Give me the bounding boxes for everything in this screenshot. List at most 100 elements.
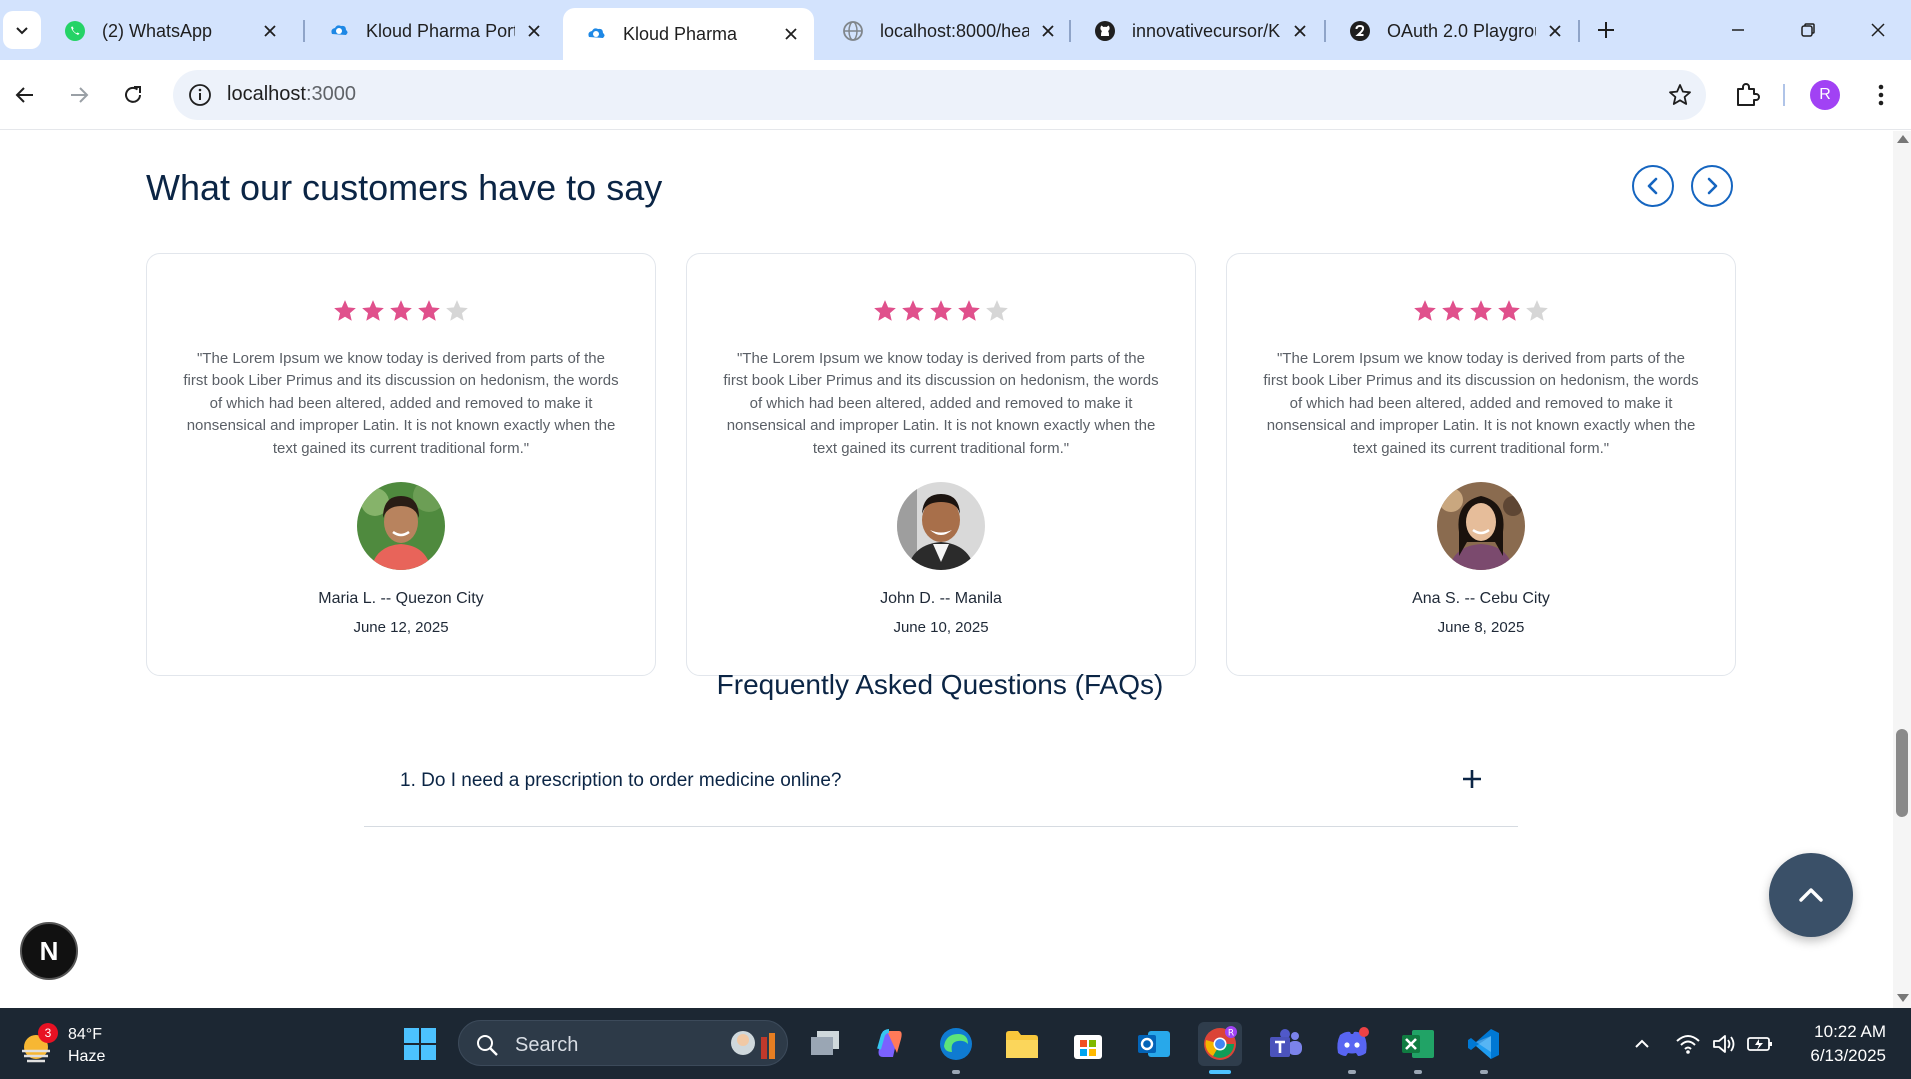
review-date: June 8, 2025 [1437, 619, 1525, 636]
close-window-button[interactable] [1860, 12, 1896, 48]
taskbar-copilot[interactable] [868, 1022, 912, 1066]
address-bar[interactable]: localhost:3000 [173, 70, 1706, 120]
weather-condition: Haze [68, 1048, 106, 1065]
close-tab-icon[interactable] [259, 20, 281, 42]
tab-separator [1324, 20, 1326, 42]
tab-search-button[interactable] [3, 11, 41, 49]
tab-github[interactable]: innovativecursor/Kloud [1072, 10, 1323, 52]
scroll-up-arrow-icon[interactable] [1897, 135, 1909, 143]
carousel-prev-button[interactable] [1632, 165, 1674, 207]
customer-name: John D. -- Manila [880, 590, 1002, 607]
url-text[interactable]: localhost:3000 [227, 83, 356, 106]
faq-item[interactable]: 1. Do I need a prescription to order med… [364, 745, 1518, 827]
scroll-down-arrow-icon[interactable] [1897, 994, 1909, 1002]
tab-title: OAuth 2.0 Playground [1387, 20, 1536, 41]
running-indicator [952, 1070, 960, 1074]
taskbar-search-box[interactable]: Search [458, 1020, 788, 1066]
close-tab-icon[interactable] [523, 20, 545, 42]
scroll-to-top-button[interactable] [1769, 853, 1853, 937]
taskbar-clock[interactable]: 10:22 AM 6/13/2025 [1790, 1020, 1886, 1068]
reload-button[interactable] [114, 76, 152, 114]
close-tab-icon[interactable] [1037, 20, 1059, 42]
taskbar-vscode[interactable] [1462, 1022, 1506, 1074]
customer-avatar [1437, 482, 1525, 570]
customer-avatar [357, 482, 445, 570]
tab-kloud-pharma-portal[interactable]: Kloud Pharma Portal [306, 10, 557, 52]
tray-battery[interactable] [1746, 1030, 1774, 1058]
taskbar-file-explorer[interactable] [1000, 1022, 1044, 1066]
star-filled-icon [418, 300, 440, 321]
close-tab-icon[interactable] [1544, 20, 1566, 42]
minimize-icon [1732, 29, 1744, 31]
tab-kloud-pharma[interactable]: Kloud Pharma [563, 8, 814, 60]
weather-haze-icon: 3 [18, 1023, 58, 1065]
task-view-icon [811, 1031, 839, 1055]
excel-icon [1402, 1030, 1434, 1058]
search-highlight-art-icon [731, 1031, 775, 1059]
new-tab-button[interactable] [1590, 14, 1622, 46]
restore-button[interactable] [1790, 12, 1826, 48]
site-info-icon[interactable] [187, 82, 213, 108]
taskbar-task-view[interactable] [804, 1022, 848, 1066]
oauth-icon [1349, 20, 1371, 42]
windows-start-icon[interactable] [402, 1026, 438, 1062]
forward-button[interactable] [60, 76, 98, 114]
star-rating [147, 298, 655, 324]
tray-volume[interactable] [1710, 1030, 1738, 1058]
running-indicator [1414, 1070, 1422, 1074]
tray-overflow-button[interactable] [1628, 1030, 1656, 1058]
star-filled-icon [1442, 300, 1464, 321]
tray-wifi[interactable] [1674, 1030, 1702, 1058]
extensions-puzzle-icon[interactable] [1729, 77, 1765, 113]
weather-temp: 84°F [68, 1026, 102, 1043]
taskbar-edge[interactable] [934, 1022, 978, 1074]
star-filled-icon [902, 300, 924, 321]
profile-avatar-button[interactable]: R [1810, 80, 1840, 110]
kloud-pharma-icon [328, 20, 350, 42]
scroll-thumb[interactable] [1896, 729, 1908, 817]
tab-title: Kloud Pharma [623, 23, 738, 44]
taskbar-discord[interactable] [1330, 1022, 1374, 1074]
star-rating [1227, 298, 1735, 324]
close-tab-icon[interactable] [1289, 20, 1311, 42]
carousel-next-button[interactable] [1691, 165, 1733, 207]
tab-localhost-8000[interactable]: localhost:8000/health [820, 10, 1071, 52]
tab-oauth-playground[interactable]: OAuth 2.0 Playground [1327, 10, 1578, 52]
tab-whatsapp[interactable]: (2) WhatsApp [42, 10, 293, 52]
vscode-icon [1468, 1029, 1499, 1059]
testimonial-card: "The Lorem Ipsum we know today is derive… [686, 253, 1196, 676]
search-label: Search [515, 1034, 579, 1056]
minimize-button[interactable] [1720, 12, 1756, 48]
restore-icon [1801, 23, 1815, 37]
taskbar-chrome[interactable]: R [1198, 1022, 1242, 1074]
taskbar-teams[interactable] [1264, 1022, 1308, 1066]
page-content: What our customers have to say "The Lore… [0, 131, 1893, 1008]
taskbar-store[interactable] [1066, 1022, 1110, 1066]
clock-time: 10:22 AM [1814, 1022, 1886, 1041]
expand-plus-icon[interactable] [1456, 763, 1488, 795]
url-host: localhost [227, 83, 306, 105]
star-filled-icon [1498, 300, 1520, 321]
page-scrollbar[interactable] [1893, 131, 1911, 1008]
back-button[interactable] [6, 76, 44, 114]
weather-text: 84°F Haze [68, 1024, 105, 1068]
taskbar-outlook[interactable] [1132, 1022, 1176, 1066]
globe-icon [842, 20, 864, 42]
close-tab-icon[interactable] [780, 23, 802, 45]
toolbar-divider [1783, 84, 1785, 106]
plus-icon [1598, 22, 1614, 38]
more-menu-icon[interactable] [1864, 78, 1898, 112]
bookmark-star-icon[interactable] [1667, 82, 1693, 108]
tab-separator [1578, 20, 1580, 42]
speaker-icon [1713, 1035, 1735, 1053]
edge-icon [940, 1028, 972, 1060]
weather-widget[interactable]: 3 84°F Haze [18, 1023, 105, 1068]
faq-title: Frequently Asked Questions (FAQs) [716, 669, 1164, 700]
nextjs-dev-badge[interactable]: N [20, 922, 78, 980]
taskbar-excel[interactable] [1396, 1022, 1440, 1074]
customer-name: Maria L. -- Quezon City [318, 590, 484, 607]
running-indicator [1480, 1070, 1488, 1074]
running-indicator [1209, 1070, 1231, 1074]
teams-icon [1270, 1029, 1302, 1057]
copilot-icon [877, 1029, 902, 1057]
